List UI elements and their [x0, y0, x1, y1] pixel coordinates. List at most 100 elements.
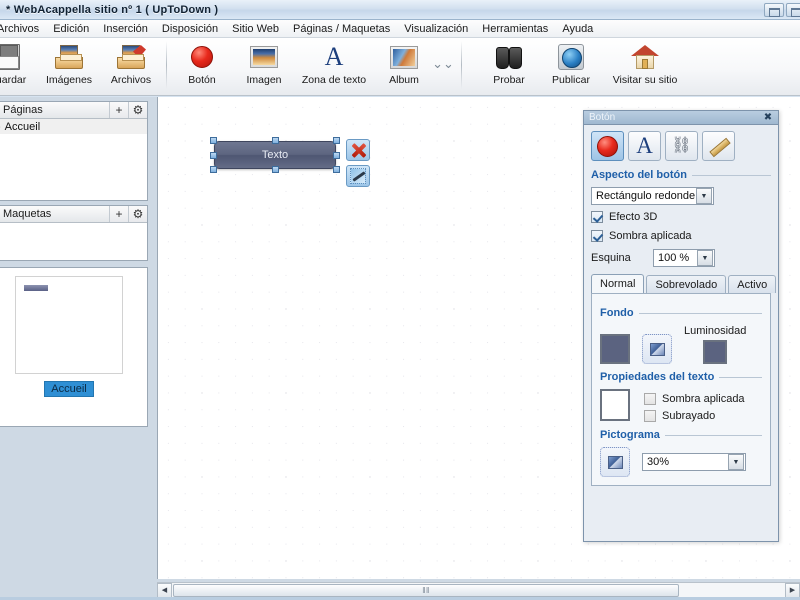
text-color-swatch[interactable]: [600, 389, 630, 421]
layouts-panel-body: [0, 223, 147, 260]
text-underline-checkbox[interactable]: [644, 410, 656, 422]
toolbar-button-label: Botón: [188, 74, 216, 86]
delete-widget-button[interactable]: [346, 139, 370, 161]
menu-insercion[interactable]: Inserción: [96, 21, 155, 37]
tab-link[interactable]: ⛓: [665, 131, 698, 161]
list-item[interactable]: - Accueil: [0, 119, 147, 134]
text-underline-label: Subrayado: [662, 410, 716, 422]
add-page-button[interactable]: +: [109, 102, 128, 118]
chevron-down-icon[interactable]: ▼: [697, 250, 713, 266]
toolbar-save-button[interactable]: Guardar: [0, 38, 38, 92]
close-icon[interactable]: ✖: [761, 112, 775, 124]
pattern-glyph-icon: [649, 342, 665, 356]
page-thumbnail[interactable]: [15, 276, 123, 374]
resize-handle-ne[interactable]: [333, 137, 340, 144]
corner-select[interactable]: 100 % ▼: [653, 249, 715, 267]
maximize-button[interactable]: [786, 3, 800, 17]
toolbar-group-file: Guardar Imágenes Archivos: [0, 38, 162, 96]
scrollbar-track[interactable]: ‖‖: [172, 582, 785, 598]
thumbnail-label[interactable]: Accueil: [44, 381, 94, 397]
menu-ayuda[interactable]: Ayuda: [555, 21, 600, 37]
resize-handle-sw[interactable]: [210, 166, 217, 173]
scroll-left-arrow-icon[interactable]: ◀: [157, 582, 172, 598]
globe-icon: [555, 42, 587, 72]
tab-normal[interactable]: Normal: [591, 274, 645, 293]
luminosity-color-swatch[interactable]: [703, 340, 728, 364]
tab-style[interactable]: [702, 131, 735, 161]
toolbar-textzone-label: Zona de texto: [301, 74, 367, 86]
shadow-checkbox[interactable]: [591, 230, 603, 242]
text-properties-section-label: Propiedades del texto: [600, 371, 715, 383]
pictogram-picker-icon[interactable]: [600, 447, 630, 477]
toolbar-images-label: Imágenes: [45, 74, 93, 86]
menu-disposicion[interactable]: Disposición: [155, 21, 225, 37]
resize-handle-e[interactable]: [333, 152, 340, 159]
effect3d-checkbox[interactable]: [591, 211, 603, 223]
scrollbar-thumb[interactable]: ‖‖: [173, 583, 679, 597]
toolbar-album-button[interactable]: Album: [373, 38, 435, 92]
images-tray-icon: [53, 42, 85, 72]
menu-visualizacion[interactable]: Visualización: [397, 21, 475, 37]
chevron-down-icon[interactable]: ▼: [696, 188, 712, 204]
button-widget[interactable]: Texto: [214, 141, 336, 169]
toolbar-visit-button[interactable]: Visitar su sitio: [602, 38, 688, 92]
tab-activo[interactable]: Activo: [728, 275, 777, 293]
pattern-picker-icon[interactable]: [642, 334, 672, 364]
menu-edicion[interactable]: Edición: [46, 21, 96, 37]
resize-handle-s[interactable]: [272, 166, 279, 173]
pictogram-size-select[interactable]: 30% ▼: [642, 453, 746, 471]
add-layout-button[interactable]: +: [109, 206, 128, 222]
toolbar-preview-label: Probar: [493, 74, 525, 86]
layouts-panel-header: Maquetas + ⚙: [0, 206, 147, 223]
text-underline-checkbox-row[interactable]: Subrayado: [644, 410, 745, 422]
text-shadow-checkbox-row[interactable]: Sombra aplicada: [644, 393, 745, 405]
floppy-disk-icon: [0, 42, 23, 72]
chain-link-icon: ⛓: [671, 137, 692, 154]
effect3d-checkbox-row[interactable]: Efecto 3D: [591, 211, 771, 223]
state-tabs: Normal Sobrevolado Activo: [591, 274, 777, 294]
shape-select-value: Rectángulo redondeado: [596, 190, 695, 202]
edit-widget-button[interactable]: [346, 165, 370, 187]
toolbar-button-button[interactable]: Botón: [171, 38, 233, 92]
shadow-label: Sombra aplicada: [609, 230, 692, 242]
menu-sitio-web[interactable]: Sitio Web: [225, 21, 286, 37]
canvas-horizontal-scrollbar[interactable]: ◀ ‖‖ ▶: [157, 582, 800, 598]
toolbar-images-button[interactable]: Imágenes: [38, 38, 100, 92]
corner-select-value: 100 %: [658, 252, 690, 264]
toolbar-publish-button[interactable]: Publicar: [540, 38, 602, 92]
resize-handle-w[interactable]: [210, 152, 217, 159]
window-controls: [764, 3, 800, 17]
chevron-double-down-icon[interactable]: ⌄ ⌄: [432, 44, 454, 84]
properties-icon-tabs: A ⛓: [591, 131, 771, 161]
minimize-button[interactable]: [764, 3, 784, 17]
resize-handle-nw[interactable]: [210, 137, 217, 144]
toolbar-textzone-button[interactable]: A Zona de texto: [295, 38, 373, 92]
application-window: * WebAcappella sitio nº 1 ( UpToDown ) A…: [0, 0, 800, 600]
pages-panel-title: Páginas: [3, 104, 43, 116]
chevron-down-icon[interactable]: ▼: [728, 454, 744, 470]
scroll-right-arrow-icon[interactable]: ▶: [785, 582, 800, 598]
shape-select[interactable]: Rectángulo redondeado ▼: [591, 187, 714, 205]
tree-dash-icon: -: [0, 121, 1, 133]
toolbar-files-button[interactable]: Archivos: [100, 38, 162, 92]
text-shadow-checkbox[interactable]: [644, 393, 656, 405]
tab-appearance[interactable]: [591, 131, 624, 161]
pictogram-section-label: Pictograma: [600, 429, 660, 441]
selected-widget[interactable]: Texto: [210, 137, 340, 173]
toolbar-image-button[interactable]: Imagen: [233, 38, 295, 92]
shadow-checkbox-row[interactable]: Sombra aplicada: [591, 230, 771, 242]
layouts-settings-gear-icon[interactable]: ⚙: [128, 206, 147, 222]
album-icon: [388, 42, 420, 72]
toolbar-separator-2: [461, 41, 462, 89]
menu-archivos[interactable]: Archivos: [0, 21, 46, 37]
tab-sobrevolado[interactable]: Sobrevolado: [646, 275, 727, 293]
pages-settings-gear-icon[interactable]: ⚙: [128, 102, 147, 118]
resize-handle-se[interactable]: [333, 166, 340, 173]
toolbar-preview-button[interactable]: Probar: [478, 38, 540, 92]
layouts-panel: Maquetas + ⚙: [0, 205, 148, 261]
resize-handle-n[interactable]: [272, 137, 279, 144]
tab-text[interactable]: A: [628, 131, 661, 161]
background-color-swatch[interactable]: [600, 334, 630, 364]
menu-herramientas[interactable]: Herramientas: [475, 21, 555, 37]
menu-paginas-maquetas[interactable]: Páginas / Maquetas: [286, 21, 397, 37]
